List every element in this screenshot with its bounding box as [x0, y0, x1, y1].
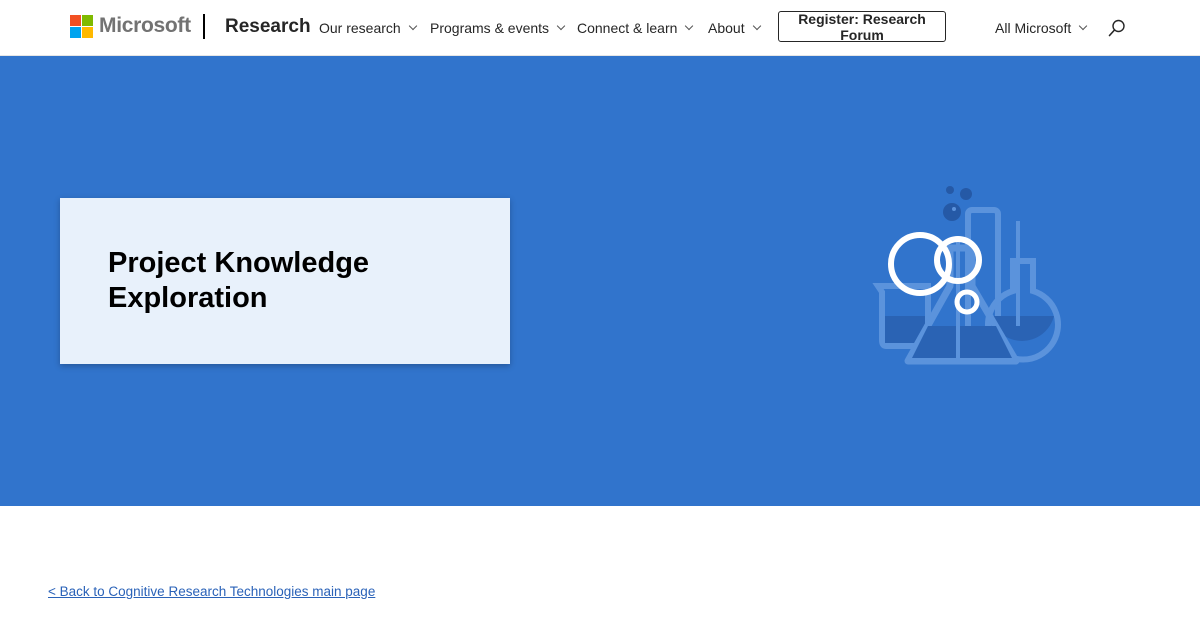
chevron-down-icon [1078, 21, 1088, 31]
page-title: Project Knowledge Exploration [108, 247, 370, 314]
microsoft-logo-icon [70, 14, 93, 38]
nav-label: Programs & events [430, 20, 550, 36]
back-to-cognitive-research-link[interactable]: < Back to Cognitive Research Technologie… [48, 584, 375, 599]
bubble-icon [946, 186, 954, 194]
logo-divider [203, 14, 205, 39]
title-card: Project Knowledge Exploration [60, 198, 510, 364]
search-button[interactable] [1107, 18, 1127, 38]
nav-connect-learn[interactable]: Connect & learn [577, 0, 694, 56]
microsoft-wordmark: Microsoft [99, 14, 191, 37]
chevron-down-icon [685, 21, 694, 31]
nav-label: All Microsoft [995, 20, 1072, 36]
lab-flasks-illustration [872, 186, 1061, 365]
bubble-icon [960, 188, 972, 200]
nav-label: Our research [319, 20, 401, 36]
nav-about[interactable]: About [708, 0, 761, 56]
hero-banner: Project Knowledge Exploration [0, 56, 1200, 506]
microsoft-logo-link[interactable]: Microsoft [70, 14, 191, 38]
register-research-forum-button[interactable]: Register: Research Forum [778, 11, 946, 43]
research-brand-link[interactable]: Research [225, 16, 311, 38]
all-microsoft-menu[interactable]: All Microsoft [995, 0, 1088, 56]
chevron-down-icon [752, 21, 761, 31]
search-icon [1108, 19, 1125, 37]
nav-label: About [708, 20, 745, 36]
chevron-down-icon [556, 21, 566, 31]
chevron-down-icon [408, 21, 417, 31]
nav-our-research[interactable]: Our research [319, 0, 417, 56]
site-header: Microsoft Research Our research Programs… [0, 0, 1200, 56]
nav-label: Connect & learn [577, 20, 678, 36]
nav-programs-events[interactable]: Programs & events [430, 0, 566, 56]
bubble-icon [943, 203, 961, 221]
